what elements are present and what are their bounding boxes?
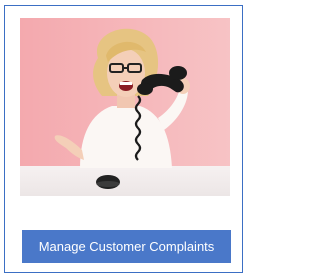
manage-customer-complaints-button[interactable]: Manage Customer Complaints bbox=[22, 230, 231, 263]
angry-caller-photo bbox=[20, 18, 230, 196]
complaints-card: Manage Customer Complaints bbox=[4, 5, 243, 273]
